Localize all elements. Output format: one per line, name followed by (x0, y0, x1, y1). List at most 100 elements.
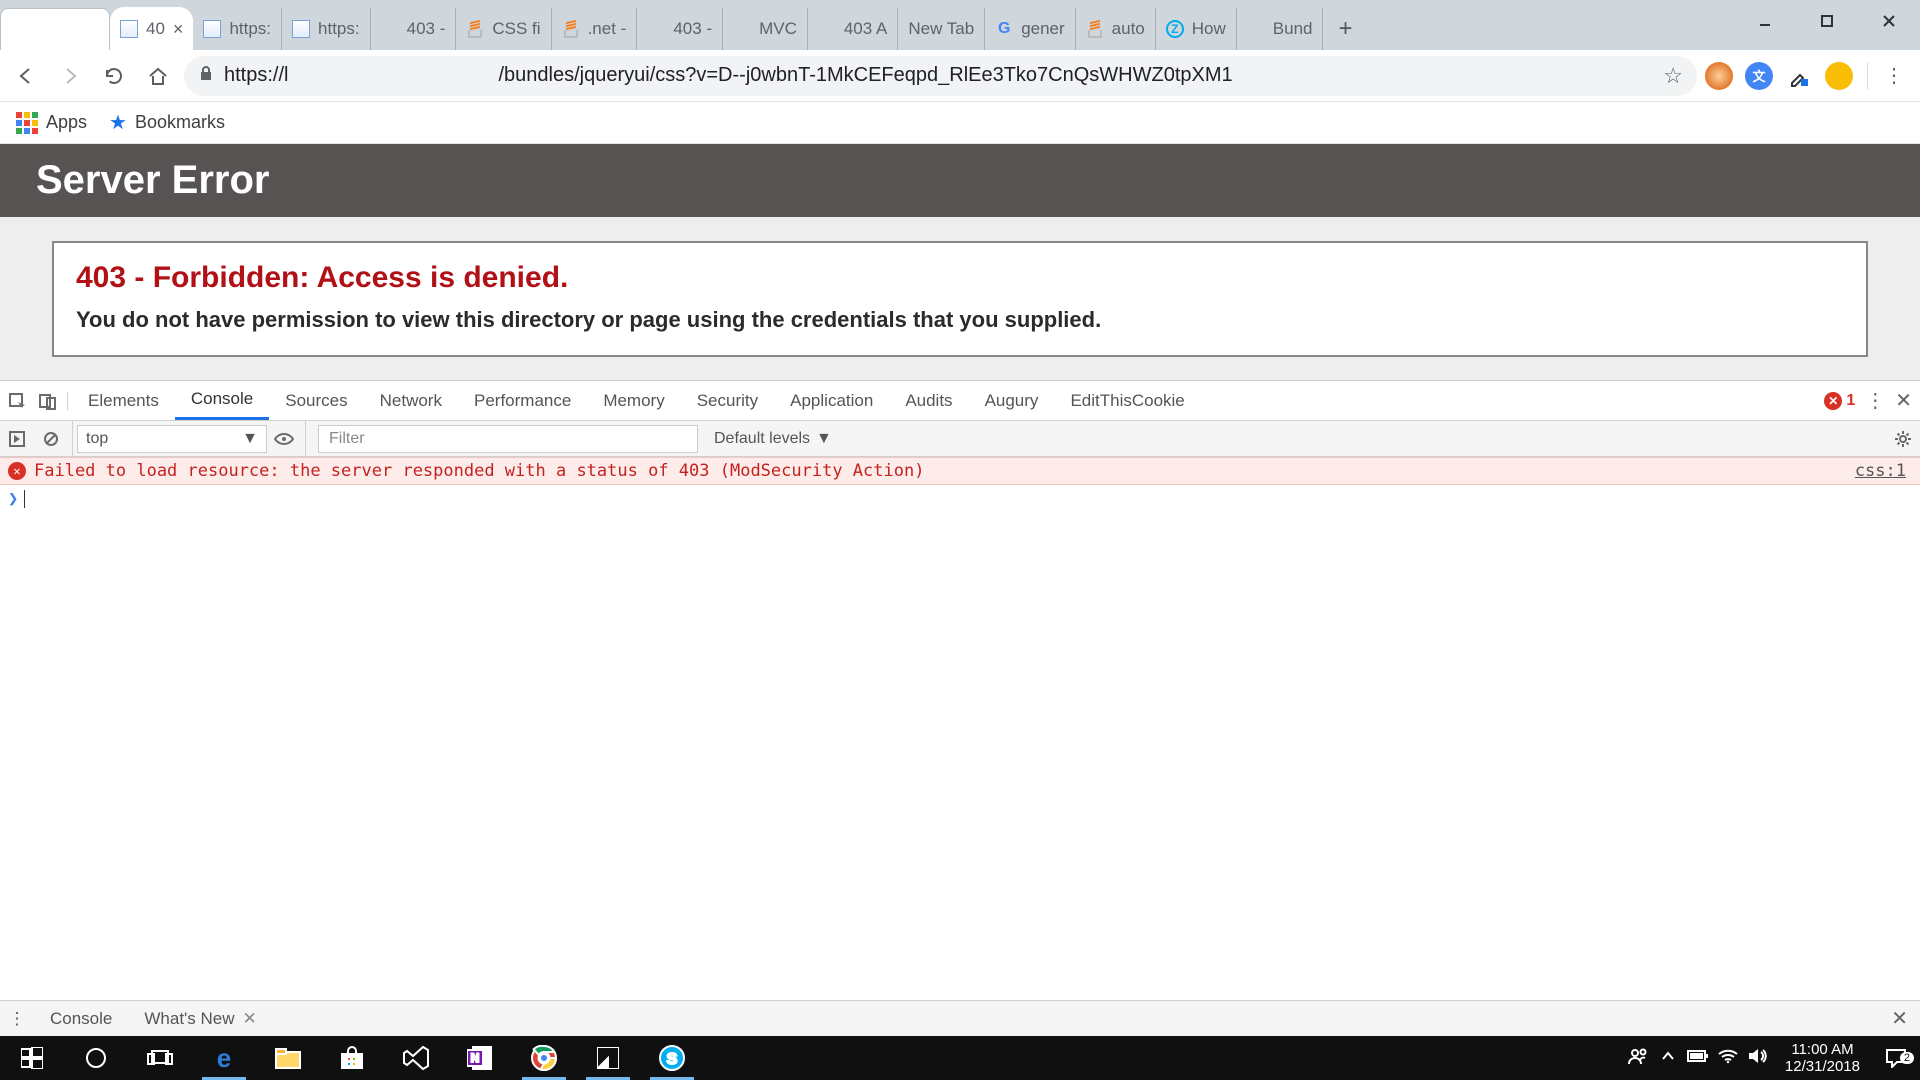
page-header: Server Error (0, 144, 1920, 217)
taskbar-edge[interactable]: e (192, 1036, 256, 1080)
devtools-tab[interactable]: Security (681, 381, 774, 420)
devtools-menu-button[interactable]: ⋮ (1865, 388, 1885, 413)
new-tab-button[interactable]: + (1323, 8, 1367, 50)
error-count-badge[interactable]: ✕1 (1824, 392, 1855, 410)
log-levels-label: Default levels (714, 430, 810, 448)
devtools-tab[interactable]: Augury (969, 381, 1055, 420)
devtools-tab[interactable]: Audits (889, 381, 968, 420)
close-icon[interactable]: × (173, 19, 184, 40)
apps-grid-icon (16, 112, 38, 134)
devtools-tab[interactable]: EditThisCookie (1054, 381, 1200, 420)
apps-shortcut[interactable]: Apps (16, 112, 87, 134)
tab-label: CSS fi (492, 19, 540, 39)
window-minimize-button[interactable] (1734, 0, 1796, 42)
error-icon: ✕ (8, 462, 26, 480)
error-title: 403 - Forbidden: Access is denied. (76, 261, 1844, 295)
drawer-menu-button[interactable]: ⋮ (0, 1009, 34, 1029)
browser-menu-button[interactable]: ⋮ (1876, 63, 1912, 88)
browser-tabstrip: 40×https:https:403 -CSS fi.net -403 -MVC… (0, 0, 1920, 50)
browser-tab[interactable]: MVC (723, 8, 808, 50)
extension-icon[interactable] (1705, 62, 1733, 90)
battery-icon[interactable] (1683, 1049, 1713, 1068)
devtools-tab[interactable]: Elements (72, 381, 175, 420)
devtools-tab[interactable]: Performance (458, 381, 587, 420)
devtools-tab[interactable]: Memory (587, 381, 680, 420)
inspect-element-icon[interactable] (0, 392, 34, 410)
browser-tab[interactable]: https: (282, 8, 371, 50)
taskbar-onenote[interactable]: N (448, 1036, 512, 1080)
context-value: top (86, 430, 108, 448)
devtools-tab[interactable]: Application (774, 381, 889, 420)
log-levels-selector[interactable]: Default levels▼ (706, 430, 840, 448)
drawer-tab-console[interactable]: Console (34, 1001, 128, 1036)
extensions-row: 文 (1705, 62, 1859, 90)
browser-tab[interactable] (0, 8, 110, 50)
devtools-panel: ElementsConsoleSourcesNetworkPerformance… (0, 380, 1920, 1036)
browser-tab[interactable]: 403 - (637, 8, 723, 50)
devtools-close-button[interactable]: ✕ (1895, 388, 1912, 413)
console-body[interactable]: ✕ Failed to load resource: the server re… (0, 457, 1920, 1036)
drawer-close-button[interactable]: ✕ (1879, 1006, 1920, 1031)
favicon-iis-icon (292, 20, 310, 38)
browser-tab[interactable]: .net - (552, 8, 638, 50)
browser-tab[interactable]: ZHow (1156, 8, 1237, 50)
browser-tab[interactable]: CSS fi (456, 8, 551, 50)
wifi-icon[interactable] (1713, 1048, 1743, 1069)
tab-label: 403 - (673, 19, 712, 39)
tab-label: 403 A (844, 19, 888, 39)
start-button[interactable] (0, 1036, 64, 1080)
address-bar[interactable]: https://l /bundles/jqueryui/css?v=D--j0w… (184, 56, 1697, 96)
device-toolbar-icon[interactable] (34, 392, 68, 410)
browser-tab[interactable]: https: (193, 8, 282, 50)
close-icon[interactable]: ✕ (243, 1009, 257, 1029)
console-settings-icon[interactable] (1886, 430, 1920, 448)
browser-tab[interactable]: 403 A (808, 8, 899, 50)
bookmarks-shortcut[interactable]: ★ Bookmarks (109, 110, 225, 135)
error-source-link[interactable]: css:1 (1855, 461, 1912, 481)
context-selector[interactable]: top▼ (77, 425, 267, 453)
browser-tab[interactable]: 403 - (371, 8, 457, 50)
browser-tab[interactable]: New Tab (898, 8, 985, 50)
drawer-tab-whats-new[interactable]: What's New✕ (128, 1001, 272, 1036)
volume-icon[interactable] (1743, 1047, 1773, 1070)
taskbar-explorer[interactable] (256, 1036, 320, 1080)
devtools-tab[interactable]: Console (175, 381, 269, 420)
forward-button[interactable] (52, 58, 88, 94)
console-error-row[interactable]: ✕ Failed to load resource: the server re… (0, 457, 1920, 485)
window-close-button[interactable] (1858, 0, 1920, 42)
browser-tab[interactable]: Ggener (985, 8, 1075, 50)
console-toolbar: top▼ Filter Default levels▼ (0, 421, 1920, 457)
bookmark-star-icon[interactable]: ☆ (1663, 63, 1683, 89)
clear-console-icon[interactable] (34, 431, 68, 447)
task-view-button[interactable] (128, 1036, 192, 1080)
taskbar-app[interactable] (576, 1036, 640, 1080)
svg-text:N: N (471, 1051, 480, 1065)
taskbar-store[interactable] (320, 1036, 384, 1080)
taskbar-clock[interactable]: 11:00 AM 12/31/2018 (1773, 1041, 1872, 1075)
taskbar-chrome[interactable] (512, 1036, 576, 1080)
action-center-button[interactable]: 2 (1872, 1048, 1920, 1068)
translate-extension-icon[interactable]: 文 (1745, 62, 1773, 90)
taskbar-visualstudio[interactable] (384, 1036, 448, 1080)
people-icon[interactable] (1623, 1046, 1653, 1071)
svg-text:S: S (667, 1051, 678, 1068)
back-button[interactable] (8, 58, 44, 94)
browser-tab[interactable]: auto (1076, 8, 1156, 50)
console-prompt[interactable]: ❯ (0, 485, 1920, 513)
console-sidebar-toggle-icon[interactable] (0, 431, 34, 447)
extension-icon[interactable] (1825, 62, 1853, 90)
filter-input[interactable]: Filter (318, 425, 698, 453)
browser-tab[interactable]: 40× (110, 8, 193, 50)
eyedropper-extension-icon[interactable] (1785, 62, 1813, 90)
devtools-tab[interactable]: Sources (269, 381, 363, 420)
tab-label: New Tab (908, 19, 974, 39)
taskbar-skype[interactable]: S (640, 1036, 704, 1080)
cortana-button[interactable] (64, 1036, 128, 1080)
window-maximize-button[interactable] (1796, 0, 1858, 42)
browser-tab[interactable]: Bund (1237, 8, 1324, 50)
live-expression-icon[interactable] (267, 432, 301, 446)
home-button[interactable] (140, 58, 176, 94)
devtools-tab[interactable]: Network (364, 381, 458, 420)
reload-button[interactable] (96, 58, 132, 94)
tray-chevron-up-icon[interactable] (1653, 1049, 1683, 1068)
